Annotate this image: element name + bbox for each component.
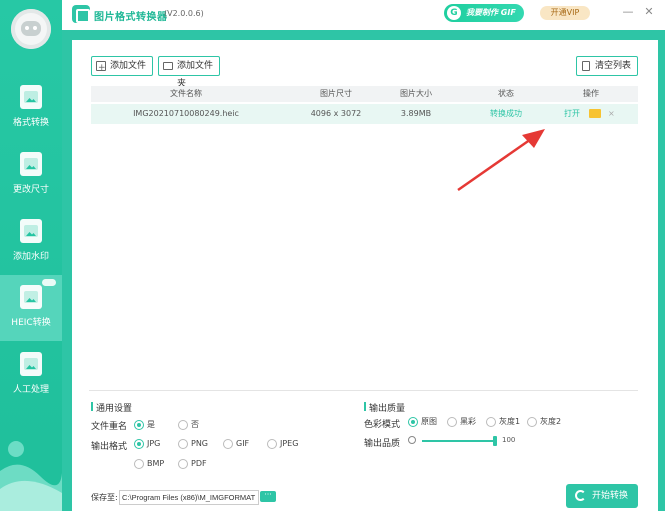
quality-slider-track[interactable] — [422, 440, 497, 442]
col-header-ops: 操作 — [583, 89, 599, 98]
make-gif-label: 我要制作 GIF — [466, 8, 516, 17]
new-badge — [42, 279, 56, 286]
sidebar-item-label: 添加水印 — [12, 252, 49, 262]
gif-logo-icon: G — [447, 6, 461, 20]
format-gif-radio[interactable]: GIF — [223, 439, 249, 449]
color-original-radio[interactable]: 原图 — [408, 417, 437, 427]
color-gray2-radio[interactable]: 灰度2 — [527, 417, 561, 427]
resize-icon — [20, 152, 42, 176]
quality-slider-thumb[interactable] — [493, 436, 497, 446]
decorative-hills — [0, 441, 62, 511]
vip-button[interactable]: 开通VIP — [540, 6, 590, 20]
col-header-size: 图片大小 — [400, 89, 432, 98]
rename-label: 文件重名 — [91, 422, 128, 432]
sidebar-item-label: HEIC转换 — [11, 318, 51, 328]
heic-icon — [20, 285, 42, 309]
close-icon[interactable]: ✕ — [642, 5, 656, 19]
quality-icon — [408, 436, 416, 444]
app-logo-icon — [72, 5, 90, 23]
table-header: 文件名称 图片尺寸 图片大小 状态 操作 — [91, 86, 638, 102]
quality-label: 输出品质 — [364, 439, 401, 449]
sidebar-item-label: 人工处理 — [12, 385, 49, 395]
browse-button[interactable]: ··· — [260, 491, 276, 502]
table-row[interactable]: IMG20210710080249.heic 4096 x 3072 3.89M… — [91, 104, 638, 124]
rename-no-radio[interactable]: 否 — [178, 420, 199, 430]
sidebar-item-resize[interactable]: 更改尺寸 — [0, 142, 62, 208]
quality-value: 100 — [502, 436, 516, 444]
add-file-label: 添加文件 — [110, 61, 147, 71]
format-bmp-radio[interactable]: BMP — [134, 459, 164, 469]
format-pdf-radio[interactable]: PDF — [178, 459, 207, 469]
color-bw-radio[interactable]: 黑彩 — [447, 417, 476, 427]
app-version: (V2.0.0.6) — [164, 9, 204, 18]
output-quality-title: 输出质量 — [364, 401, 405, 414]
output-format-label: 输出格式 — [91, 442, 128, 452]
format-jpg-radio[interactable]: JPG — [134, 439, 160, 449]
sidebar-item-label: 格式转换 — [12, 118, 49, 128]
format-jpeg-radio[interactable]: JPEG — [267, 439, 298, 449]
sidebar-item-manual[interactable]: 人工处理 — [0, 342, 62, 408]
save-to-label: 保存至: — [91, 493, 118, 502]
add-folder-label: 添加文件夹 — [177, 61, 214, 89]
app-avatar-logo — [11, 9, 51, 49]
app-title: 图片格式转换器 — [94, 12, 168, 23]
main-panel: 添加文件 添加文件夹 清空列表 文件名称 图片尺寸 图片大小 状态 操作 IMG… — [72, 40, 658, 511]
status-text: 转换成功 — [490, 109, 522, 118]
trash-icon — [582, 61, 590, 71]
sidebar-item-label: 更改尺寸 — [12, 185, 49, 195]
minimize-icon[interactable]: — — [621, 5, 635, 19]
refresh-icon — [575, 490, 586, 501]
sidebar: 格式转换 更改尺寸 添加水印 HEIC转换 人工处理 — [0, 0, 62, 511]
save-path-input[interactable] — [119, 490, 259, 505]
open-folder-icon[interactable] — [589, 109, 601, 118]
make-gif-button[interactable]: G 我要制作 GIF — [444, 4, 524, 22]
watermark-icon — [20, 219, 42, 243]
col-header-status: 状态 — [498, 89, 514, 98]
sidebar-item-heic[interactable]: HEIC转换 — [0, 275, 62, 341]
manual-process-icon — [20, 352, 42, 376]
start-convert-label: 开始转换 — [592, 491, 629, 501]
file-size: 3.89MB — [400, 109, 432, 118]
title-bar: 图片格式转换器 (V2.0.0.6) G 我要制作 GIF 开通VIP — ✕ — [62, 0, 665, 30]
image-dimensions: 4096 x 3072 — [310, 109, 362, 118]
file-name: IMG20210710080249.heic — [133, 109, 239, 118]
sidebar-item-format-convert[interactable]: 格式转换 — [0, 75, 62, 141]
start-convert-button[interactable]: 开始转换 — [566, 484, 638, 508]
remove-row-icon[interactable]: × — [608, 104, 615, 124]
folder-icon — [163, 62, 173, 70]
format-convert-icon — [20, 85, 42, 109]
sidebar-item-watermark[interactable]: 添加水印 — [0, 209, 62, 275]
add-file-button[interactable]: 添加文件 — [91, 56, 153, 77]
clear-list-button[interactable]: 清空列表 — [576, 56, 638, 76]
col-header-dimensions: 图片尺寸 — [320, 89, 352, 98]
color-gray1-radio[interactable]: 灰度1 — [486, 417, 520, 427]
clear-list-label: 清空列表 — [595, 61, 632, 71]
format-png-radio[interactable]: PNG — [178, 439, 208, 449]
add-folder-button[interactable]: 添加文件夹 — [158, 56, 220, 89]
color-mode-label: 色彩模式 — [364, 420, 401, 430]
general-settings-title: 通用设置 — [91, 401, 132, 414]
rename-yes-radio[interactable]: 是 — [134, 420, 155, 430]
add-file-icon — [96, 59, 106, 77]
open-link[interactable]: 打开 — [564, 104, 580, 124]
col-header-name: 文件名称 — [170, 89, 202, 98]
divider — [89, 390, 638, 391]
